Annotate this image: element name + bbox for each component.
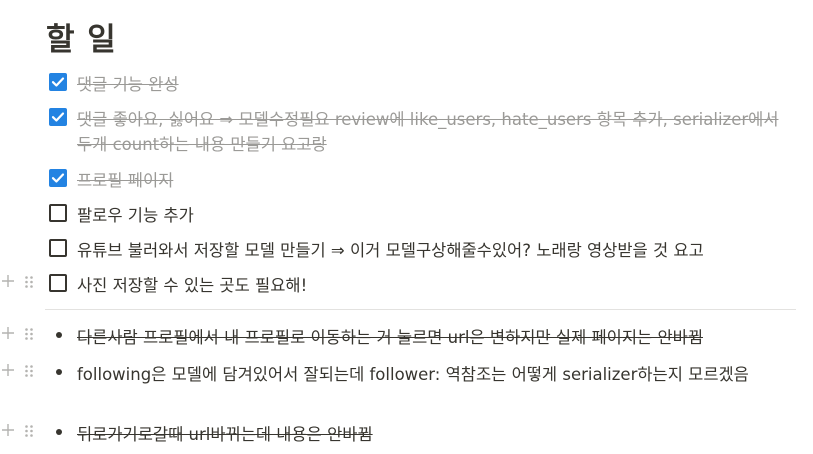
page-title[interactable]: 할 일: [46, 14, 117, 59]
drag-handle-icon[interactable]: [24, 364, 34, 378]
bullet-dot: [56, 369, 62, 375]
drag-handle-icon[interactable]: [24, 327, 34, 341]
bullet-text[interactable]: 뒤로가기로갈때 url바뀌는데 내용은 안바뀜: [77, 422, 789, 447]
todo-checkbox[interactable]: [49, 239, 67, 257]
checkmark-icon: [51, 173, 65, 183]
plus-icon[interactable]: [1, 326, 15, 340]
drag-handle-icon[interactable]: [24, 275, 34, 289]
bullet-text[interactable]: 다른사람 프로필에서 내 프로필로 이동하는 거 눌르면 url은 변하지만 실…: [77, 325, 789, 350]
checkmark-icon: [51, 77, 65, 87]
bullet-text[interactable]: following은 모델에 담겨있어서 잘되는데 follower: 역참조는…: [77, 362, 777, 387]
todo-checkbox[interactable]: [49, 108, 67, 126]
todo-checkbox[interactable]: [49, 73, 67, 91]
todo-text[interactable]: 댓글 좋아요, 싫어요 ⇒ 모델수정필요 review에 like_users,…: [77, 107, 789, 157]
todo-text[interactable]: 팔로우 기능 추가: [77, 203, 789, 228]
todo-text[interactable]: 프로필 페이지: [77, 168, 789, 193]
block-gutter: [0, 273, 44, 295]
todo-checkbox[interactable]: [49, 169, 67, 187]
block-gutter: [0, 362, 44, 384]
plus-icon[interactable]: [1, 423, 15, 437]
block-gutter: [0, 325, 44, 347]
plus-icon[interactable]: [1, 274, 15, 288]
checkmark-icon: [51, 112, 65, 122]
drag-handle-icon[interactable]: [24, 424, 34, 438]
bullet-dot: [56, 332, 62, 338]
todo-text[interactable]: 유튜브 불러와서 저장할 모델 만들기 ⇒ 이거 모델구상해줄수있어? 노래랑 …: [77, 238, 789, 263]
todo-text[interactable]: 사진 저장할 수 있는 곳도 필요해!: [77, 273, 789, 298]
todo-text[interactable]: 댓글 기능 완성: [77, 72, 789, 97]
bullet-dot: [56, 429, 62, 435]
notion-page: 할 일 댓글 기능 완성 댓글 좋아요, 싫어요 ⇒ 모델수정필요 review…: [0, 0, 813, 454]
todo-checkbox[interactable]: [49, 204, 67, 222]
block-gutter: [0, 422, 44, 444]
todo-checkbox[interactable]: [49, 274, 67, 292]
plus-icon[interactable]: [1, 363, 15, 377]
divider: [45, 309, 796, 310]
